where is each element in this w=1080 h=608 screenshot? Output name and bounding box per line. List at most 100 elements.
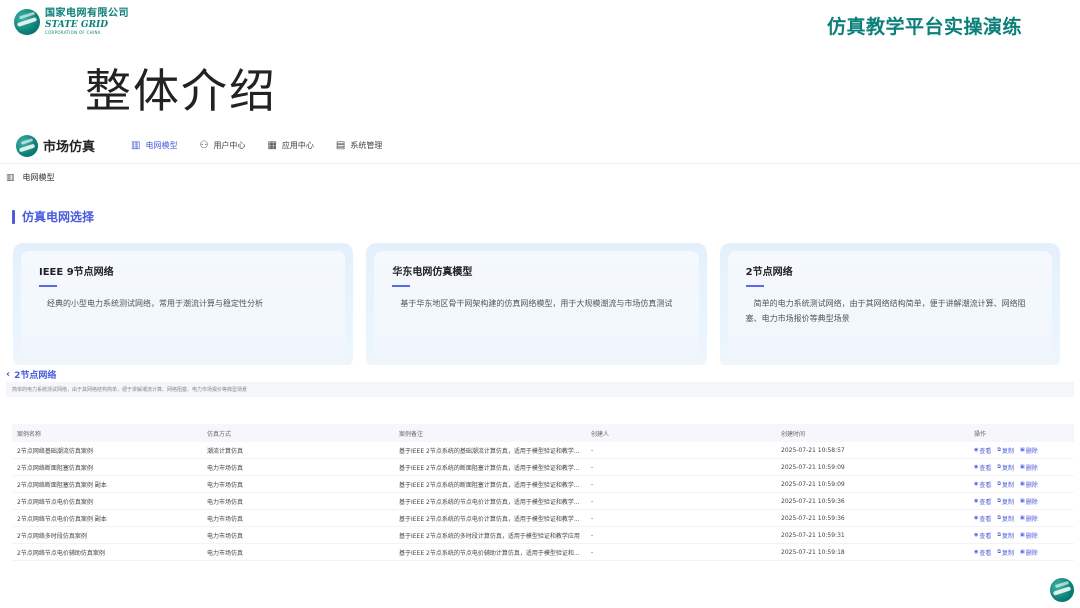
- cell-note: 基于IEEE 2节点系统的多时段计算仿真，适用于模型验证和教学应用: [399, 532, 580, 540]
- copy-button[interactable]: ⧉ 复制: [997, 480, 1014, 489]
- app-brand[interactable]: 市场仿真: [16, 134, 95, 157]
- view-button[interactable]: ◉ 查看: [974, 446, 991, 455]
- nav-item-app-center[interactable]: ▦ 应用中心: [267, 140, 313, 151]
- table-row: 2节点网络断面阻塞仿真案例 电力市场仿真 基于IEEE 2节点系统的断面阻塞计算…: [12, 459, 1074, 476]
- copy-button[interactable]: ⧉ 复制: [997, 514, 1014, 523]
- view-label: 查看: [979, 447, 992, 455]
- nav-item-label: 应用中心: [281, 141, 314, 150]
- cell-time: 2025-07-21 10:59:09: [781, 463, 845, 471]
- logo-subtitle: CORPORATION OF CHINA: [45, 30, 101, 35]
- cell-mode: 电力市场仿真: [207, 515, 244, 523]
- table-header: 案例名称 仿真方式 案例备注 创建人 创建时间 操作: [12, 424, 1074, 442]
- cell-note: 基于IEEE 2节点系统的节点电价辅助计算仿真，适用于模型验证和...: [399, 549, 580, 557]
- copy-button[interactable]: ⧉ 复制: [997, 531, 1014, 540]
- app-navbar: 市场仿真 ▥ 电网模型 ⚇ 用户中心 ▦ 应用中心 ▤ 系统管理: [0, 128, 1080, 164]
- copy-label: 复制: [1001, 515, 1014, 523]
- cell-mode: 电力市场仿真: [207, 464, 244, 472]
- trash-icon: ▣: [1019, 464, 1025, 470]
- card-accent-line: [392, 285, 411, 287]
- table-body: 2节点网络基础潮流仿真案例 潮流计算仿真 基于IEEE 2节点系统的基础潮流计算…: [12, 442, 1074, 561]
- cell-creator: -: [591, 548, 594, 556]
- cell-name: 2节点网络多时段仿真案例: [17, 532, 87, 540]
- eye-icon: ◉: [974, 464, 979, 470]
- grid-card[interactable]: IEEE 9节点网络 经典的小型电力系统测试网络，常用于潮流计算与稳定性分析: [13, 243, 354, 368]
- copy-button[interactable]: ⧉ 复制: [997, 463, 1014, 472]
- copy-label: 复制: [1001, 481, 1014, 489]
- eye-icon: ◉: [974, 515, 979, 521]
- delete-label: 删除: [1025, 447, 1038, 455]
- cell-time: 2025-07-21 10:59:31: [781, 531, 845, 539]
- slide-title: 仿真教学平台实操演练: [826, 16, 1022, 38]
- view-button[interactable]: ◉ 查看: [974, 480, 991, 489]
- view-label: 查看: [979, 481, 992, 489]
- view-button[interactable]: ◉ 查看: [974, 497, 991, 506]
- cell-time: 2025-07-21 10:59:18: [781, 548, 845, 556]
- nav-item-grid-model[interactable]: ▥ 电网模型: [131, 140, 177, 151]
- col-header-creator: 创建人: [591, 430, 610, 438]
- copy-button[interactable]: ⧉ 复制: [997, 497, 1014, 506]
- grid-model-cards: IEEE 9节点网络 经典的小型电力系统测试网络，常用于潮流计算与稳定性分析 华…: [13, 243, 1060, 368]
- view-button[interactable]: ◉ 查看: [974, 548, 991, 557]
- cell-mode: 潮流计算仿真: [207, 447, 244, 455]
- delete-label: 删除: [1025, 464, 1038, 472]
- trash-icon: ▣: [1019, 532, 1025, 538]
- cell-time: 2025-07-21 10:59:09: [781, 480, 845, 488]
- trash-icon: ▣: [1019, 515, 1025, 521]
- breadcrumb-item[interactable]: 电网模型: [23, 172, 55, 183]
- delete-button[interactable]: ▣ 删除: [1020, 514, 1038, 523]
- cell-actions: ◉ 查看 ⧉ 复制 ▣ 删除: [969, 497, 1074, 506]
- cell-time: 2025-07-21 10:59:36: [781, 514, 845, 522]
- view-button[interactable]: ◉ 查看: [974, 463, 991, 472]
- copy-icon: ⧉: [997, 447, 1001, 453]
- table-row: 2节点网络基础潮流仿真案例 潮流计算仿真 基于IEEE 2节点系统的基础潮流计算…: [12, 442, 1074, 459]
- cell-actions: ◉ 查看 ⧉ 复制 ▣ 删除: [969, 446, 1074, 455]
- nav-item-system-admin[interactable]: ▤ 系统管理: [336, 140, 382, 151]
- cell-creator: -: [591, 446, 594, 454]
- delete-label: 删除: [1025, 532, 1038, 540]
- delete-button[interactable]: ▣ 删除: [1020, 446, 1038, 455]
- nav-item-user-center[interactable]: ⚇ 用户中心: [199, 140, 245, 151]
- copy-icon: ⧉: [997, 549, 1001, 555]
- copy-icon: ⧉: [997, 515, 1001, 521]
- view-button[interactable]: ◉ 查看: [974, 514, 991, 523]
- cell-actions: ◉ 查看 ⧉ 复制 ▣ 删除: [969, 514, 1074, 523]
- slide-heading: 整体介绍: [85, 64, 277, 118]
- delete-button[interactable]: ▣ 删除: [1020, 497, 1038, 506]
- eye-icon: ◉: [974, 532, 979, 538]
- trash-icon: ▣: [1019, 549, 1025, 555]
- grid-card[interactable]: 2节点网络 简单的电力系统测试网络，由于其网络结构简单，便于讲解潮流计算、网络阻…: [719, 243, 1060, 368]
- eye-icon: ◉: [974, 447, 979, 453]
- cell-note: 基于IEEE 2节点系统的节点电价计算仿真，适用于模型验证和教学...: [399, 498, 580, 506]
- view-label: 查看: [979, 532, 992, 540]
- delete-button[interactable]: ▣ 删除: [1020, 480, 1038, 489]
- grid-icon: ▥: [6, 172, 15, 183]
- chevron-left-icon[interactable]: ‹: [6, 369, 10, 380]
- cell-mode: 电力市场仿真: [207, 549, 244, 557]
- brand-globe-icon: [16, 134, 38, 157]
- cell-actions: ◉ 查看 ⧉ 复制 ▣ 删除: [969, 480, 1074, 489]
- delete-button[interactable]: ▣ 删除: [1020, 531, 1038, 540]
- col-header-time: 创建时间: [781, 430, 806, 438]
- cell-mode: 电力市场仿真: [207, 498, 244, 506]
- detail-title: 2节点网络: [14, 370, 57, 381]
- trash-icon: ▣: [1019, 481, 1025, 487]
- delete-button[interactable]: ▣ 删除: [1020, 463, 1038, 472]
- copy-button[interactable]: ⧉ 复制: [997, 446, 1014, 455]
- view-button[interactable]: ◉ 查看: [974, 531, 991, 540]
- grid-card[interactable]: 华东电网仿真模型 基于华东地区骨干网架构建的仿真网络模型，用于大规模潮流与市场仿…: [366, 243, 707, 368]
- table-row: 2节点网络断面阻塞仿真案例 副本 电力市场仿真 基于IEEE 2节点系统的断面阻…: [12, 476, 1074, 493]
- cell-time: 2025-07-21 10:58:57: [781, 446, 845, 454]
- cell-name: 2节点网络断面阻塞仿真案例: [17, 464, 93, 472]
- card-description: 经典的小型电力系统测试网络，常用于潮流计算与稳定性分析: [47, 299, 263, 308]
- view-label: 查看: [979, 549, 992, 557]
- cell-actions: ◉ 查看 ⧉ 复制 ▣ 删除: [969, 548, 1074, 557]
- nav-item-label: 电网模型: [145, 141, 178, 150]
- copy-button[interactable]: ⧉ 复制: [997, 548, 1014, 557]
- copy-icon: ⧉: [997, 532, 1001, 538]
- eye-icon: ◉: [974, 481, 979, 487]
- footer-logo: [1050, 578, 1074, 602]
- copy-icon: ⧉: [997, 481, 1001, 487]
- copy-label: 复制: [1001, 464, 1014, 472]
- delete-button[interactable]: ▣ 删除: [1020, 548, 1038, 557]
- cell-time: 2025-07-21 10:59:36: [781, 497, 845, 505]
